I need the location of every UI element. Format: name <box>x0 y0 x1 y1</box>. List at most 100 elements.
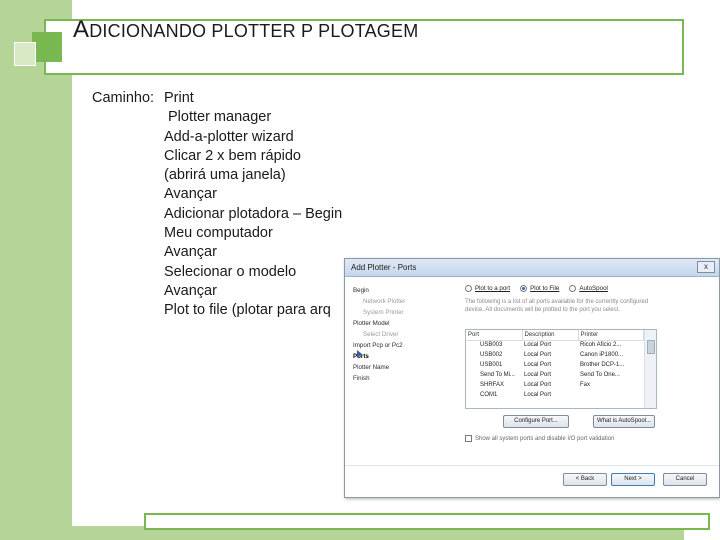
printer-cell: Fax <box>580 382 591 388</box>
what-is-autospool-button[interactable]: What is AutoSpool... <box>593 415 655 428</box>
step-row: Meu computador <box>92 224 342 243</box>
step-text: Plot to file (plotar para arq <box>164 302 331 319</box>
table-row[interactable]: SHRFAX Local Port Fax <box>466 380 644 390</box>
port-cell: Send To Mi... <box>480 372 515 378</box>
description-cell: Local Port <box>524 372 552 378</box>
nav-item-import-pcp: Import Pcp or Pc2 <box>353 342 403 349</box>
step-row: Caminho: Print <box>92 89 342 108</box>
description-cell: Local Port <box>524 382 552 388</box>
step-text: Adicionar plotadora – Begin <box>164 205 343 222</box>
step-text: Clicar 2 x bem rápido <box>164 147 301 164</box>
radio-plot-to-port[interactable]: Plot to a port <box>465 285 510 292</box>
step-text: Print <box>164 90 194 106</box>
decorative-square-light <box>14 42 36 66</box>
port-cell: SHRFAX <box>480 382 505 388</box>
nav-item-plotter-name: Plotter Name <box>353 364 390 371</box>
radio-autospool[interactable]: AutoSpool <box>569 285 608 292</box>
printer-cell: Send To One... <box>580 372 620 378</box>
printer-cell: Ricoh Aficio 2... <box>580 342 622 349</box>
nav-item-plotter-model: Plotter Model <box>353 320 390 327</box>
table-row[interactable]: USB001 Local Port Brother DCP-1... <box>466 360 644 370</box>
ports-list-scrollbar[interactable] <box>644 330 656 408</box>
port-cell: COM1 <box>480 392 498 398</box>
step-text: Selecionar o modelo <box>164 263 297 280</box>
radio-button-icon <box>465 285 472 292</box>
step-row: Add-a-plotter wizard <box>92 128 342 147</box>
radio-label: Plot to File <box>530 285 560 292</box>
nav-item-select-driver: Select Driver <box>363 331 399 338</box>
column-header-printer[interactable]: Printer <box>578 330 644 341</box>
nav-item-begin: Begin <box>353 287 369 294</box>
ports-table: Port Description Printer USB003 Local Por… <box>466 330 644 400</box>
ports-list[interactable]: Port Description Printer USB003 Local Por… <box>465 329 657 409</box>
column-header-port[interactable]: Port <box>466 330 523 341</box>
dialog-separator <box>345 465 719 466</box>
show-all-ports-checkbox[interactable]: Show all system ports and disable I/O po… <box>465 435 614 442</box>
printer-cell: Canon iP1800... <box>580 352 624 358</box>
description-cell: Local Port <box>524 342 552 349</box>
step-row: Clicar 2 x bem rápido <box>92 147 342 166</box>
scrollbar-thumb[interactable] <box>647 340 655 354</box>
step-row: Avançar <box>92 282 342 301</box>
step-row: Plot to file (plotar para arq <box>92 301 342 320</box>
nav-item-finish: Finish <box>353 375 370 382</box>
nav-item-network-plotter: Network Plotter <box>363 298 406 305</box>
decorative-square-dark <box>32 32 62 62</box>
cancel-button[interactable]: Cancel <box>663 473 707 486</box>
step-row: Adicionar plotadora – Begin <box>92 205 342 224</box>
step-text: Avançar <box>164 282 217 299</box>
close-icon: x <box>704 262 708 271</box>
nav-item-ports: Ports <box>353 353 369 360</box>
decorative-left-bar <box>0 0 72 540</box>
step-row: Avançar <box>92 243 342 262</box>
checkbox-icon <box>465 435 472 442</box>
printer-cell <box>578 390 644 400</box>
table-row[interactable]: Send To Mi... Local Port Send To One... <box>466 370 644 380</box>
step-text: Avançar <box>164 186 217 203</box>
radio-label: Plot to a port <box>475 285 511 292</box>
footer-frame <box>144 513 710 530</box>
column-header-description[interactable]: Description <box>522 330 579 341</box>
description-cell: Local Port <box>524 362 552 368</box>
current-step-arrow-icon <box>357 350 362 358</box>
slide-title-initial: A <box>73 16 90 43</box>
port-cell: USB001 <box>480 362 503 368</box>
wizard-steps-nav: Begin Network Plotter System Printer Plo… <box>353 285 453 384</box>
port-cell: USB002 <box>480 352 503 358</box>
table-row[interactable]: USB002 Local Port Canon iP1800... <box>466 350 644 360</box>
dialog-titlebar: Add Plotter - Ports x <box>345 259 719 277</box>
step-text: Add-a-plotter wizard <box>164 128 294 145</box>
table-row[interactable]: COM1 Local Port <box>466 390 644 400</box>
radio-plot-to-file[interactable]: Plot to File <box>520 285 559 292</box>
slide-title-rest: DICIONANDO PLOTTER P PLOTAGEM <box>89 21 419 41</box>
checkbox-label: Show all system ports and disable I/O po… <box>475 435 615 442</box>
step-row: (abrirá uma janela) <box>92 166 342 185</box>
step-row: Selecionar o modelo <box>92 263 342 282</box>
steps-list: Caminho: Print Plotter manager Add-a-plot… <box>92 89 342 321</box>
path-label: Caminho: <box>92 90 155 106</box>
nav-item-system-printer: System Printer <box>363 309 404 316</box>
radio-label: AutoSpool <box>579 285 608 292</box>
step-text: Avançar <box>164 244 217 261</box>
ports-table-header: Port Description Printer <box>466 330 644 341</box>
configure-port-button[interactable]: Configure Port... <box>503 415 569 428</box>
close-button[interactable]: x <box>697 261 715 273</box>
add-plotter-ports-dialog: Add Plotter - Ports x Begin Network Plot… <box>344 258 720 498</box>
dialog-title: Add Plotter - Ports <box>351 263 417 272</box>
step-text: (abrirá uma janela) <box>164 167 286 184</box>
step-text: Meu computador <box>164 225 273 242</box>
printer-cell: Brother DCP-1... <box>580 362 625 368</box>
step-row: Plotter manager <box>92 108 342 127</box>
ports-description: The following is a list of all ports ava… <box>465 299 649 313</box>
next-button[interactable]: Next > <box>611 473 655 486</box>
radio-button-icon <box>569 285 577 292</box>
output-mode-radios: Plot to a port Plot to File AutoSpool <box>465 285 608 292</box>
description-cell: Local Port <box>524 352 552 358</box>
radio-button-selected-icon <box>520 285 528 292</box>
step-row: Avançar <box>92 185 342 204</box>
back-button[interactable]: < Back <box>563 473 607 486</box>
table-row[interactable]: USB003 Local Port Ricoh Aficio 2... <box>466 340 644 350</box>
slide-title: ADICIONANDO PLOTTER P PLOTAGEM <box>73 16 418 44</box>
port-cell: USB003 <box>480 342 503 349</box>
description-cell: Local Port <box>524 392 552 398</box>
